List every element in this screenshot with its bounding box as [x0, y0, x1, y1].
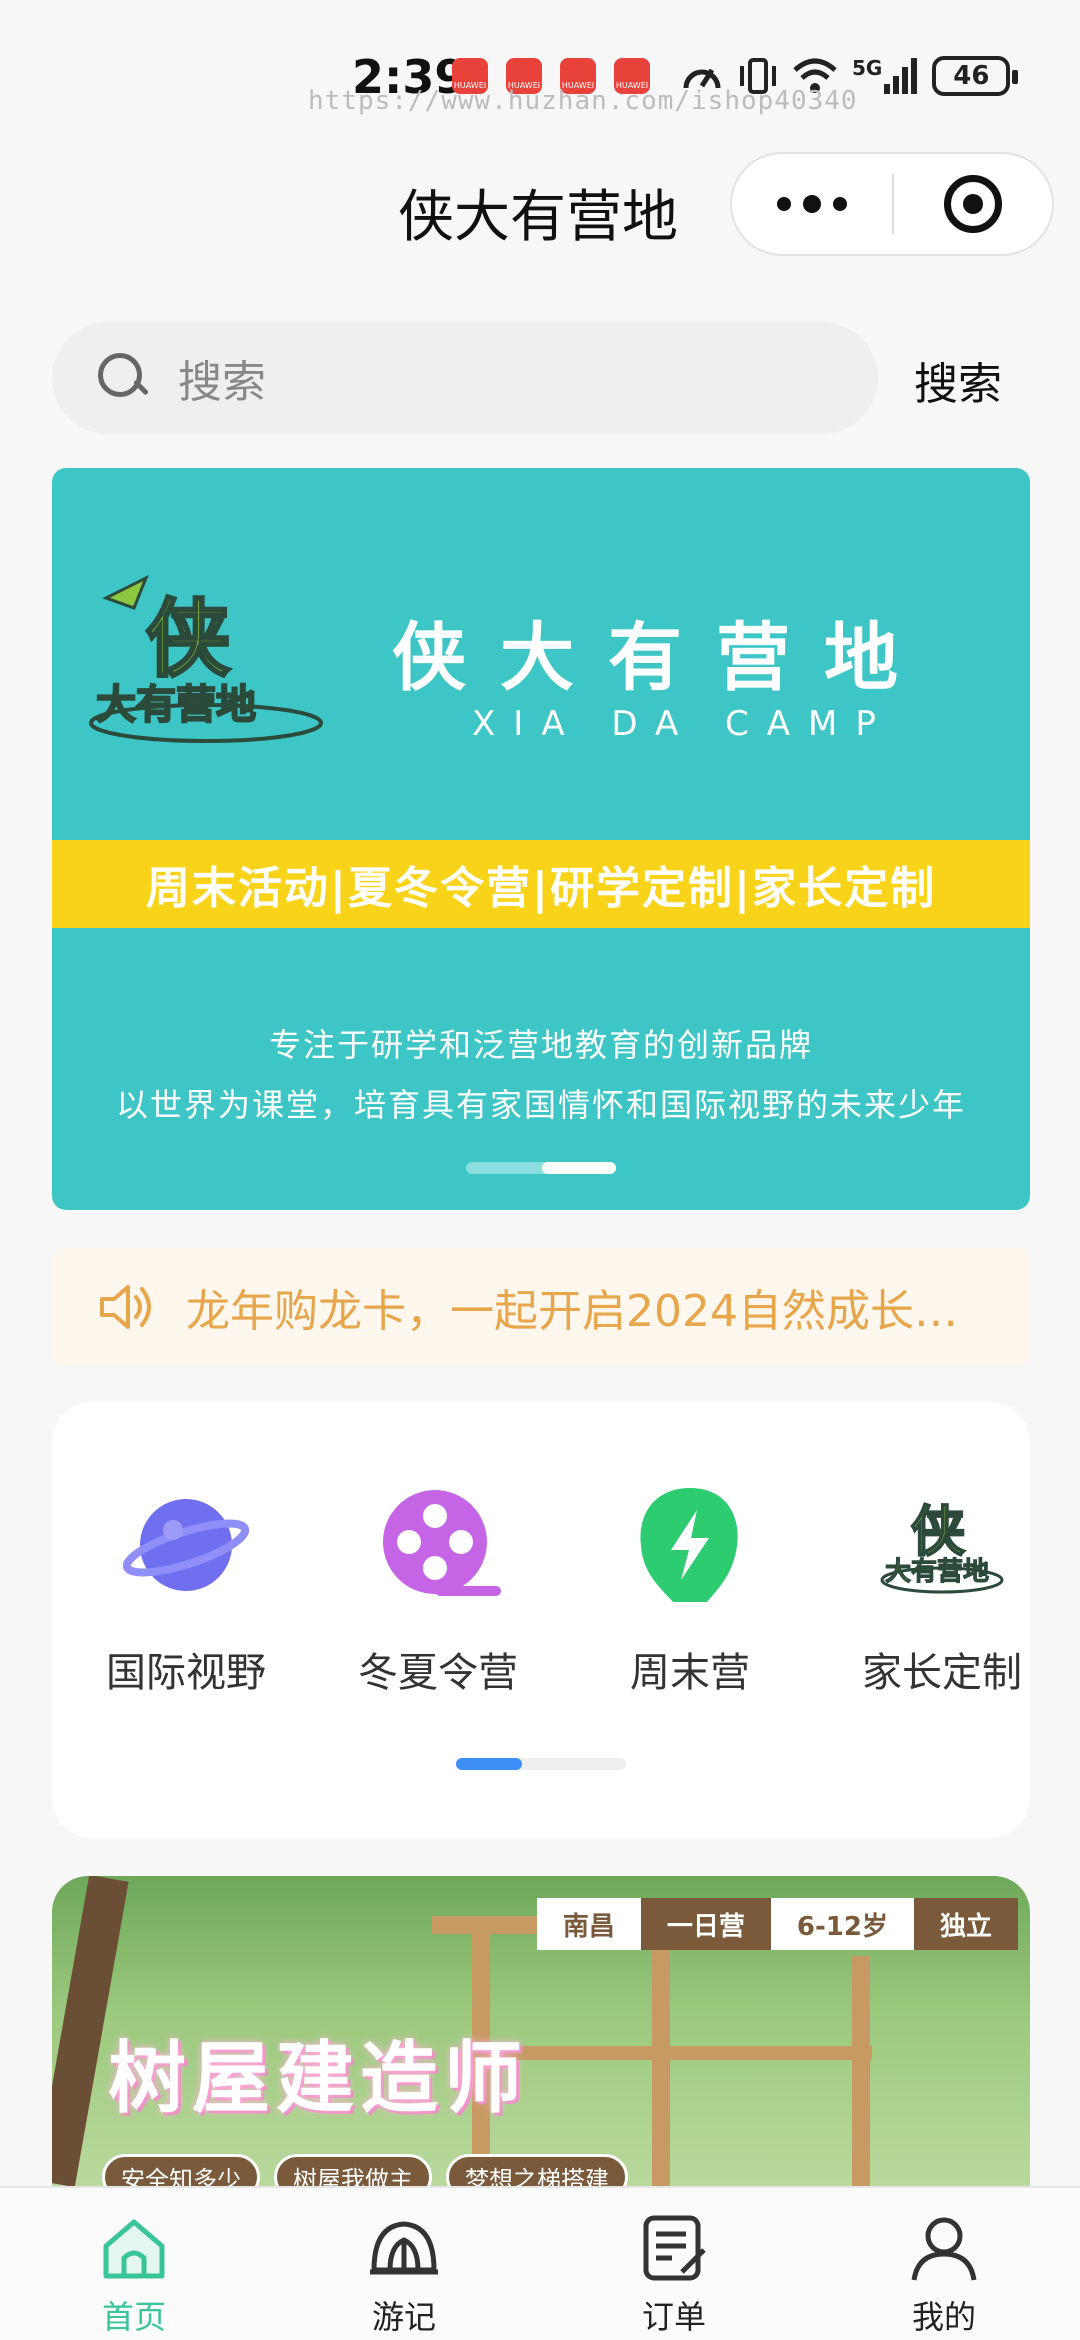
lightning-icon: [625, 1480, 755, 1610]
banner-tagline: 专注于研学和泛营地教育的创新品牌: [268, 1026, 813, 1064]
category-custom[interactable]: 侠 大有营地 家长定制: [832, 1480, 1030, 1698]
watermark-url: https://www.huzhan.com/ishop40340: [308, 86, 858, 116]
category-camp[interactable]: 冬夏令营: [328, 1480, 548, 1698]
category-weekend[interactable]: 周末营: [580, 1480, 800, 1698]
mini-program-capsule: [730, 152, 1054, 256]
search-placeholder: 搜索: [178, 357, 266, 408]
carousel-indicator: [466, 1162, 616, 1174]
svg-text:大有营地: 大有营地: [96, 682, 256, 728]
svg-text:侠: 侠: [911, 1500, 965, 1563]
tab-home[interactable]: 首页: [54, 2212, 214, 2338]
category-page-indicator: [456, 1758, 626, 1770]
status-bar: 2:39 HUAWEI HUAWEI HUAWEI HUAWEI 5G 46 h…: [0, 0, 1080, 130]
category-grid: 国际视野 冬夏令营 周末营 侠 大有营地 家长定制: [52, 1402, 1030, 1838]
camp-logo: 侠 大有营地: [86, 558, 326, 748]
sub-tag: 安全知多少: [102, 2154, 260, 2186]
activity-card[interactable]: 南昌 一日营 6-12岁 独立 树屋建造师 安全知多少 树屋我做主 梦想之梯搭建: [52, 1876, 1030, 2186]
search-button[interactable]: 搜索: [914, 348, 1002, 412]
tag-age: 6-12岁: [770, 1898, 914, 1950]
tag-duration: 一日营: [640, 1898, 771, 1950]
banner-carousel[interactable]: 侠 大有营地 侠大有营地 XIA DA CAMP 周末活动|夏冬令营|研学定制|…: [52, 468, 1030, 1210]
category-label: 周末营: [630, 1650, 750, 1696]
activity-tags: 南昌 一日营 6-12岁 独立: [536, 1898, 1018, 1950]
home-icon: [98, 2212, 170, 2284]
banner-title: 侠大有营地: [392, 615, 932, 701]
search-icon: [98, 353, 148, 403]
search-input[interactable]: 搜索: [52, 322, 878, 434]
bottom-tab-bar: 首页 游记 订单 我的: [0, 2186, 1080, 2340]
mini-program-title-bar: 侠大有营地: [0, 140, 1080, 270]
notice-text: 龙年购龙卡，一起开启2024自然成长…: [186, 1286, 958, 1337]
more-options-button[interactable]: [732, 154, 892, 254]
cellular-signal-icon: 5G: [852, 56, 918, 96]
category-label: 家长定制: [862, 1650, 1022, 1696]
tab-orders[interactable]: 订单: [594, 2212, 754, 2338]
speaker-icon: [96, 1279, 156, 1335]
tab-label: 我的: [911, 2298, 976, 2336]
tab-label: 首页: [101, 2298, 166, 2336]
tab-label: 订单: [641, 2298, 706, 2336]
order-icon: [638, 2212, 710, 2284]
category-label: 冬夏令营: [358, 1650, 518, 1696]
close-mini-program-button[interactable]: [894, 154, 1052, 254]
tab-label: 游记: [371, 2298, 436, 2336]
tent-icon: [368, 2212, 440, 2284]
battery-icon: 46: [932, 56, 1019, 96]
category-international[interactable]: 国际视野: [76, 1480, 296, 1698]
notice-bar[interactable]: 龙年购龙卡，一起开启2024自然成长…: [52, 1248, 1030, 1366]
banner-strip: 周末活动|夏冬令营|研学定制|家长定制: [52, 840, 1030, 928]
tag-mode: 独立: [913, 1898, 1018, 1950]
category-label: 国际视野: [106, 1650, 266, 1696]
planet-icon: [121, 1480, 251, 1610]
banner-subtitle: XIA DA CAMP: [472, 704, 894, 744]
svg-text:侠: 侠: [146, 590, 231, 688]
svg-text:大有营地: 大有营地: [885, 1557, 989, 1587]
target-icon: [944, 175, 1002, 233]
sub-tag: 梦想之梯搭建: [446, 2154, 628, 2186]
tab-travel-notes[interactable]: 游记: [324, 2212, 484, 2338]
film-reel-icon: [373, 1480, 503, 1610]
page-title: 侠大有营地: [398, 185, 678, 250]
activity-sub-tags: 安全知多少 树屋我做主 梦想之梯搭建: [102, 2154, 628, 2186]
camp-logo-icon: 侠 大有营地: [877, 1480, 1007, 1610]
sub-tag: 树屋我做主: [274, 2154, 432, 2186]
activity-title: 树屋建造师: [108, 2034, 529, 2124]
banner-tagline: 以世界为课堂，培育具有家国情怀和国际视野的未来少年: [115, 1086, 966, 1124]
tag-city: 南昌: [536, 1898, 641, 1950]
tab-profile[interactable]: 我的: [864, 2212, 1024, 2338]
profile-icon: [908, 2212, 980, 2284]
